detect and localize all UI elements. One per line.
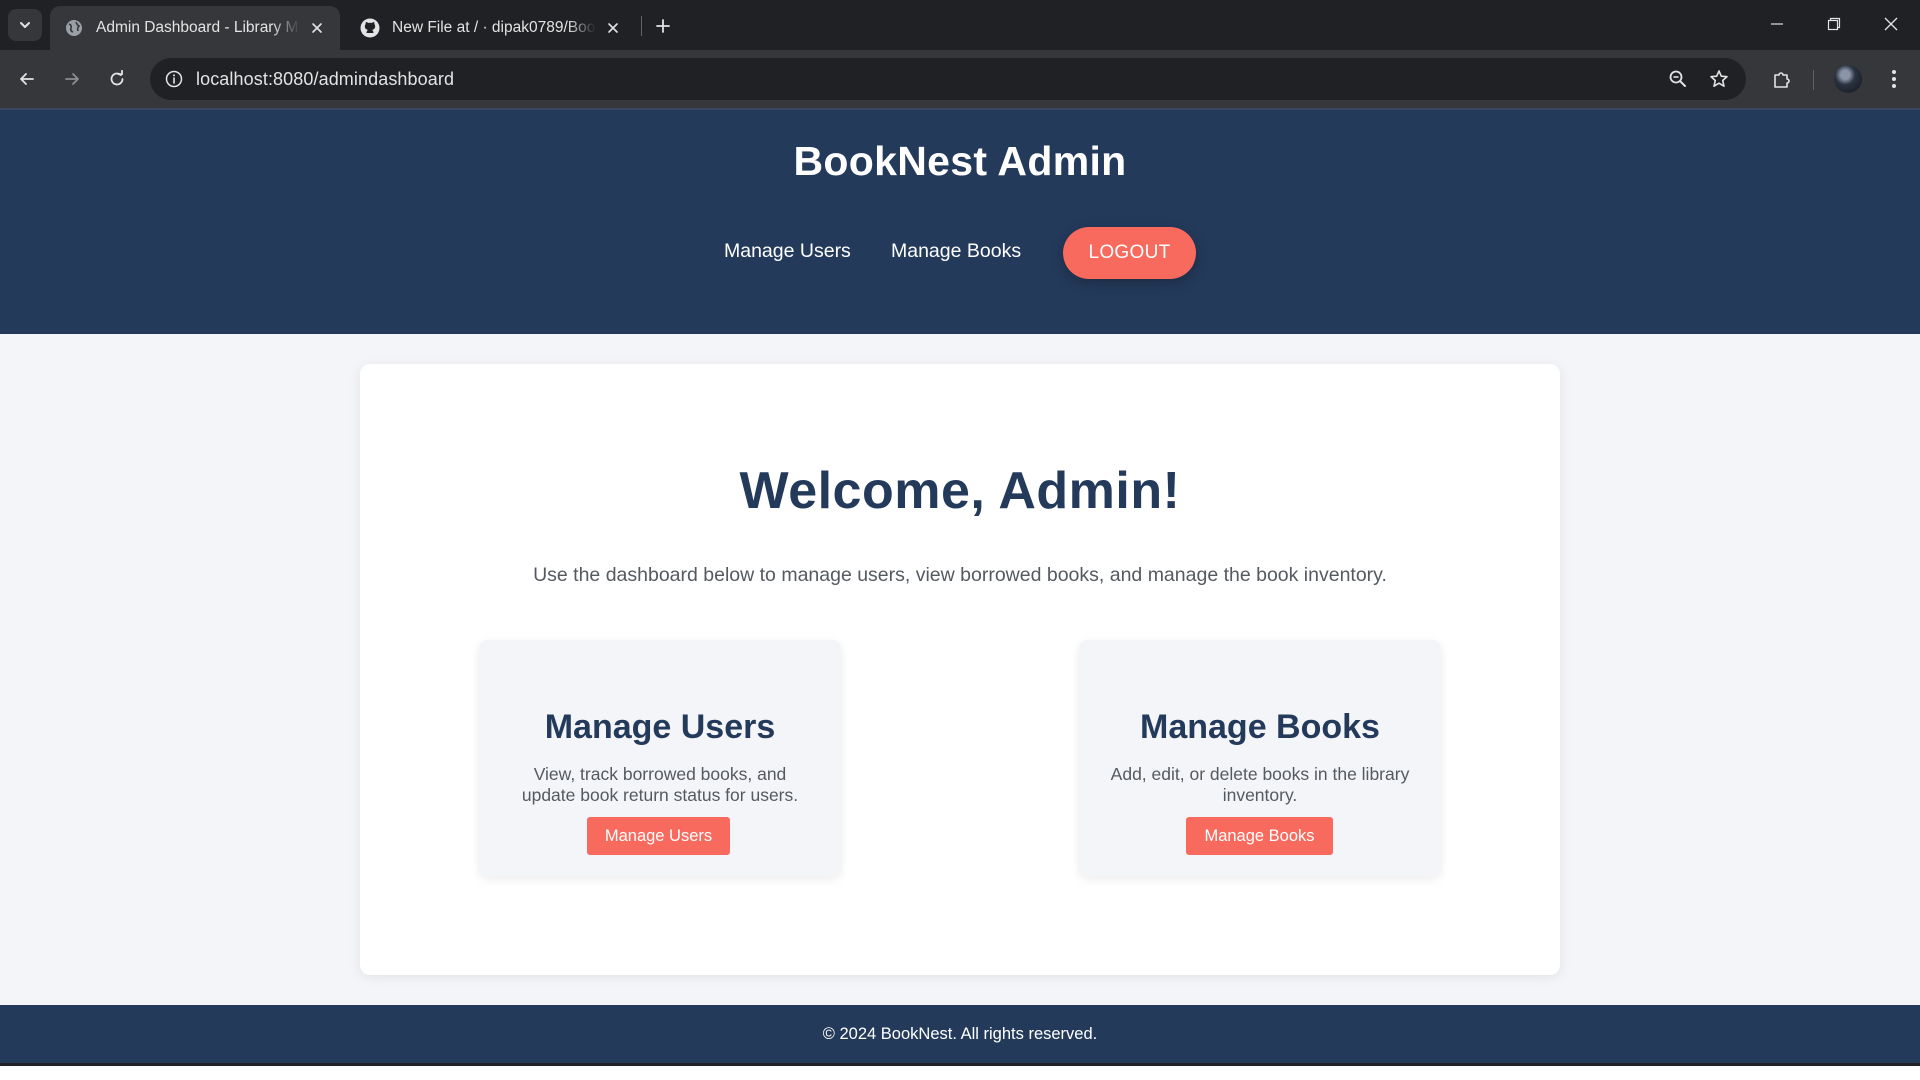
puzzle-icon — [1774, 72, 1790, 88]
card-title: Manage Users — [544, 708, 776, 746]
restore-window-button[interactable] — [1805, 0, 1863, 48]
globe-icon — [64, 18, 84, 38]
close-tab-icon[interactable] — [306, 17, 328, 39]
extensions-button[interactable] — [1764, 61, 1800, 97]
site-brand: BookNest Admin — [793, 138, 1127, 184]
zoom-icon[interactable] — [1664, 65, 1692, 93]
arrow-right-icon — [65, 73, 79, 85]
new-tab-button[interactable] — [648, 11, 678, 41]
card-description: Add, edit, or delete books in the librar… — [1110, 764, 1410, 805]
restore-icon — [1827, 17, 1841, 31]
chevron-down-icon — [20, 22, 30, 28]
site-footer: © 2024 BookNest. All rights reserved. — [0, 1005, 1920, 1063]
site-header: BookNest Admin Manage Users Manage Books… — [0, 108, 1920, 334]
forward-button[interactable] — [54, 61, 90, 97]
manage-users-card: Manage Users View, track borrowed books,… — [479, 640, 841, 876]
browser-toolbar: localhost:8080/admindashboard — [0, 50, 1920, 108]
manage-users-button[interactable]: Manage Users — [587, 817, 730, 855]
intro-text: Use the dashboard below to manage users,… — [533, 564, 1387, 586]
minimize-icon — [1771, 23, 1783, 25]
dashboard-card: Welcome, Admin! Use the dashboard below … — [360, 364, 1560, 975]
browser-tab-bar: Admin Dashboard - Library Management New… — [0, 0, 1920, 50]
more-vertical-icon — [1892, 70, 1896, 88]
arrow-left-icon — [20, 73, 34, 85]
welcome-heading: Welcome, Admin! — [739, 462, 1181, 520]
toolbar-divider — [1813, 70, 1814, 90]
url-text[interactable]: localhost:8080/admindashboard — [196, 58, 454, 100]
browser-menu-button[interactable] — [1876, 61, 1912, 97]
tab-title: New File at / · dipak0789/BookNest — [392, 19, 596, 36]
github-icon — [360, 18, 380, 38]
close-tab-icon[interactable] — [602, 17, 624, 39]
tab-github-new-file[interactable]: New File at / · dipak0789/BookNest — [346, 6, 636, 50]
manage-books-button[interactable]: Manage Books — [1186, 817, 1333, 855]
reload-icon — [110, 70, 124, 86]
reload-button[interactable] — [99, 61, 135, 97]
address-bar[interactable]: localhost:8080/admindashboard — [150, 58, 1746, 100]
nav-manage-users-link[interactable]: Manage Users — [724, 240, 851, 263]
tab-separator — [641, 16, 642, 36]
manage-books-card: Manage Books Add, edit, or delete books … — [1079, 640, 1441, 876]
plus-icon — [656, 19, 670, 33]
back-button[interactable] — [9, 61, 45, 97]
logout-button[interactable]: LOGOUT — [1063, 227, 1196, 279]
tab-admin-dashboard[interactable]: Admin Dashboard - Library Management — [50, 6, 340, 50]
close-window-button[interactable] — [1862, 0, 1920, 48]
footer-copyright: © 2024 BookNest. All rights reserved. — [822, 1025, 1098, 1043]
tab-title: Admin Dashboard - Library Management — [96, 19, 300, 36]
tab-search-button[interactable] — [8, 9, 42, 41]
close-icon — [1884, 17, 1898, 31]
profile-avatar[interactable] — [1834, 65, 1862, 93]
minimize-window-button[interactable] — [1748, 0, 1806, 48]
card-description: View, track borrowed books, and update b… — [521, 764, 799, 805]
card-title: Manage Books — [1140, 708, 1380, 746]
site-info-icon[interactable] — [160, 65, 188, 93]
nav-manage-books-link[interactable]: Manage Books — [891, 240, 1021, 263]
bookmark-star-icon[interactable] — [1705, 65, 1733, 93]
page-bottom-strip — [0, 1063, 1920, 1080]
